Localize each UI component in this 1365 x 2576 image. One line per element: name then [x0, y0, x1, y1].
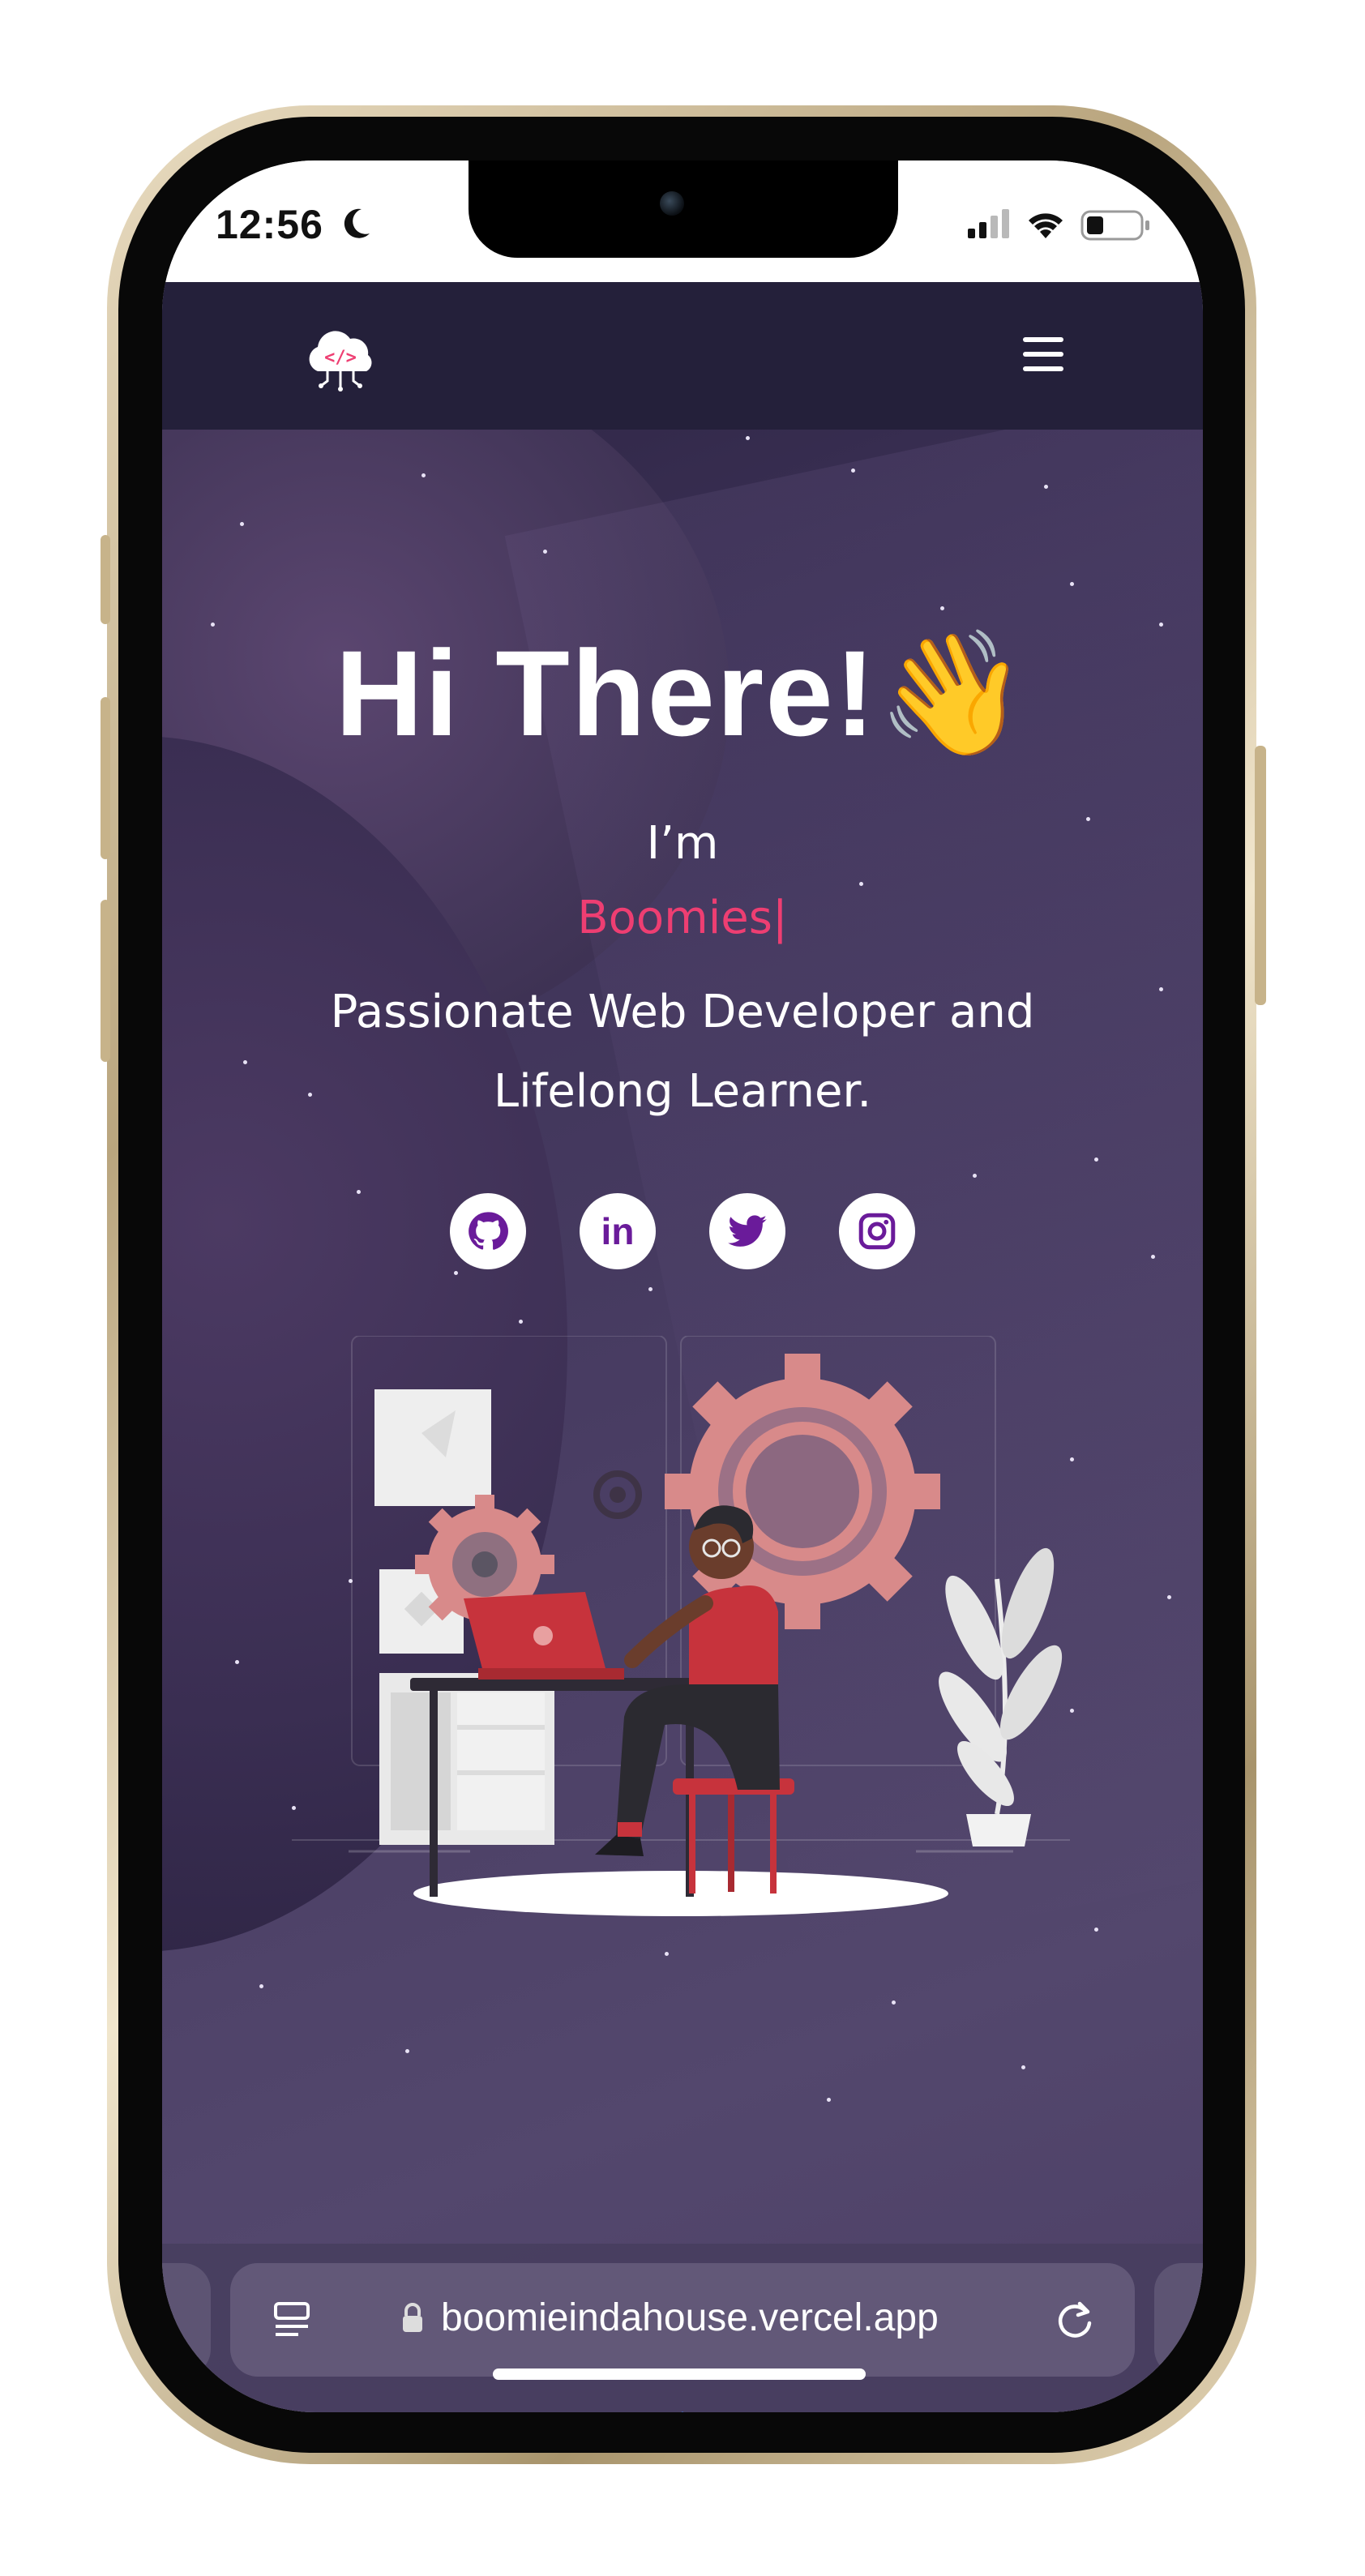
instagram-link[interactable] [839, 1193, 915, 1269]
reload-icon[interactable] [1050, 2296, 1099, 2344]
star [1159, 987, 1163, 991]
url-text[interactable]: boomieindahouse.vercel.app [441, 2296, 939, 2340]
reader-mode-icon[interactable] [271, 2299, 315, 2343]
star [859, 882, 863, 886]
svg-text:</>: </> [324, 348, 357, 368]
next-tab-preview[interactable] [1154, 2263, 1203, 2377]
github-icon [469, 1212, 508, 1250]
bookmarks-icon[interactable] [872, 2407, 937, 2412]
star [1094, 1157, 1098, 1162]
star [1070, 582, 1074, 586]
star [454, 1271, 458, 1275]
typed-name: Boomies| [577, 892, 788, 944]
notch [469, 160, 898, 258]
star [235, 1660, 239, 1664]
phone-screen: 12:56 </> Hi There!👋 I’m Boomies| Passio… [162, 160, 1203, 2412]
hamburger-menu-icon[interactable] [1023, 337, 1063, 373]
home-indicator[interactable] [493, 2368, 866, 2380]
website-viewport: </> Hi There!👋 I’m Boomies| Passionate W… [162, 282, 1203, 2412]
cloud-code-logo[interactable]: </> [300, 327, 381, 392]
github-link[interactable] [450, 1193, 526, 1269]
volume-down-button [101, 900, 110, 1062]
developer-illustration [284, 1335, 1081, 1952]
twitter-link[interactable] [709, 1193, 785, 1269]
hero-title: Hi There!👋 [162, 623, 1203, 765]
star [827, 2098, 831, 2102]
tabs-icon[interactable] [1093, 2407, 1157, 2412]
social-links: in [450, 1193, 915, 1271]
tagline: Passionate Web Developer and Lifelong Le… [330, 986, 1035, 1118]
linkedin-link[interactable]: in [580, 1193, 656, 1269]
volume-up-button [101, 697, 110, 859]
star [1167, 1595, 1171, 1599]
status-bar: 12:56 [162, 160, 1203, 282]
battery-icon [1080, 210, 1149, 241]
star [1094, 1928, 1098, 1932]
star [519, 1320, 523, 1324]
linkedin-icon: in [601, 1210, 635, 1252]
browser-toolbar: boomieindahouse.vercel.app [162, 2244, 1203, 2412]
intro-text: I’m [646, 817, 719, 870]
star [240, 522, 244, 526]
share-icon[interactable] [650, 2407, 715, 2412]
site-navbar: </> [162, 282, 1203, 430]
star [940, 606, 944, 610]
star [648, 1287, 653, 1291]
star [543, 550, 547, 554]
status-icons [968, 206, 1162, 245]
star [746, 436, 750, 440]
star [405, 2049, 409, 2053]
lock-icon [403, 2303, 422, 2332]
star [1021, 2065, 1025, 2069]
power-button [1255, 746, 1266, 1005]
address-bar[interactable]: boomieindahouse.vercel.app [230, 2263, 1135, 2377]
forward-icon[interactable] [433, 2407, 498, 2412]
star [665, 1952, 669, 1956]
cellular-signal-icon [968, 209, 1009, 238]
back-icon[interactable] [211, 2407, 276, 2412]
star [892, 2000, 896, 2005]
star [851, 469, 855, 473]
hero-title-text: Hi There! [335, 625, 877, 761]
star [243, 1060, 247, 1064]
silent-switch [101, 535, 110, 624]
moon-icon [340, 204, 373, 251]
previous-tab-preview[interactable] [162, 2263, 211, 2377]
star [1044, 485, 1048, 489]
front-camera [660, 191, 684, 216]
status-time: 12:56 [216, 201, 373, 251]
star [357, 1190, 361, 1194]
star [421, 473, 426, 477]
wifi-icon [1029, 213, 1063, 238]
star [973, 1174, 977, 1178]
waving-hand-icon: 👋 [876, 625, 1030, 761]
star [1151, 1255, 1155, 1259]
star [259, 1984, 263, 1988]
instagram-icon [858, 1213, 896, 1250]
twitter-icon [728, 1215, 767, 1247]
status-time-text: 12:56 [216, 202, 323, 247]
